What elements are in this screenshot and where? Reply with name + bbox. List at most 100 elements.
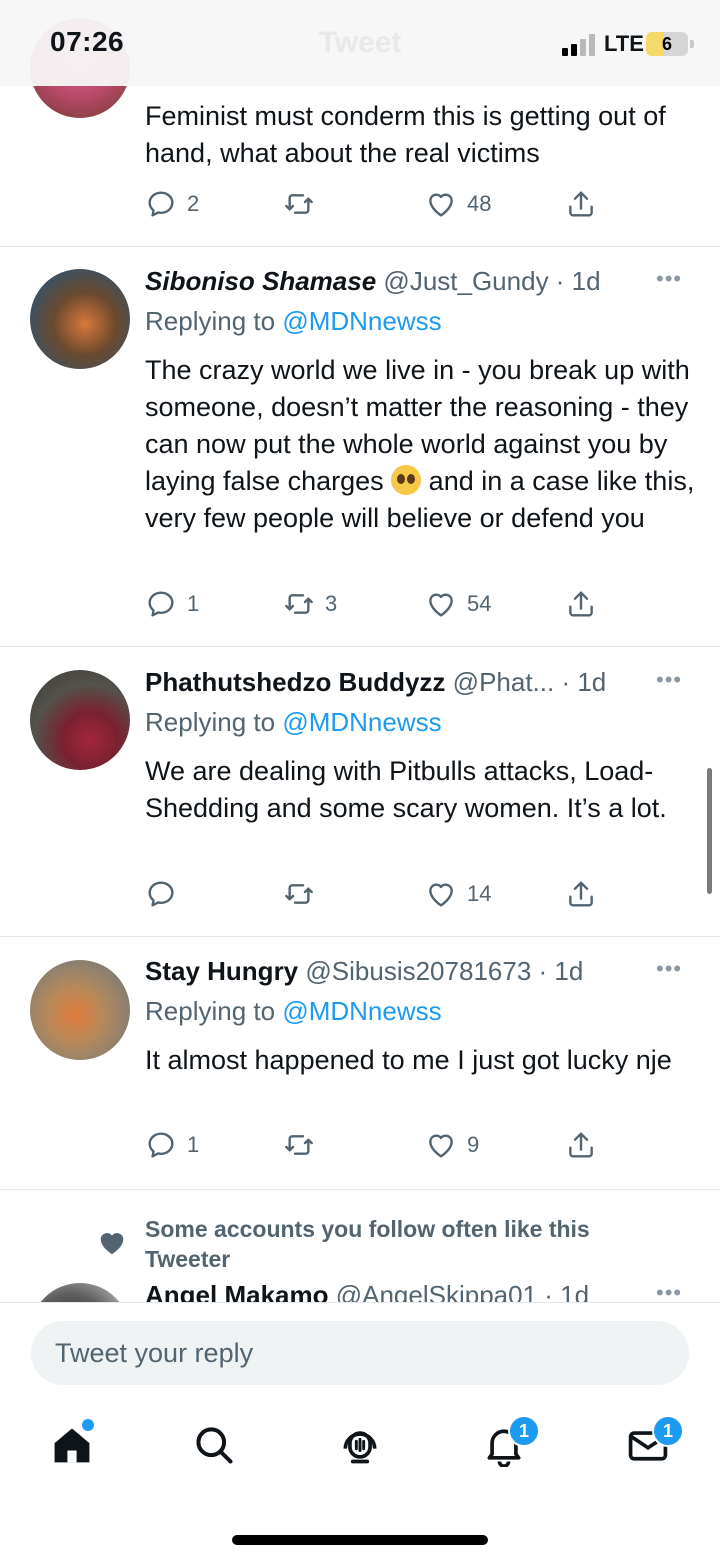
reply-icon: [148, 191, 174, 217]
spaces-icon: [343, 1431, 377, 1464]
divider: [0, 1189, 720, 1190]
tweet-time: 1d: [571, 266, 601, 296]
unread-dot: [82, 1419, 94, 1431]
user-handle[interactable]: @Just_Gundy: [383, 266, 548, 296]
tab-bar: 1 1: [0, 1403, 720, 1493]
display-name[interactable]: Siboniso Shamase: [145, 266, 376, 296]
divider: [0, 246, 720, 247]
tweet-text: Feminist must conderm this is getting ou…: [145, 101, 666, 168]
reply-input[interactable]: Tweet your reply: [31, 1321, 689, 1385]
replying-prefix: Replying to: [145, 996, 276, 1026]
tab-notifications[interactable]: 1: [482, 1415, 540, 1468]
tweet-time: 1d: [554, 956, 584, 986]
retweet-icon: [285, 884, 313, 904]
share-button[interactable]: [565, 878, 597, 910]
share-icon: [569, 191, 593, 217]
replying-to: Replying to @MDNnewss: [145, 306, 442, 337]
tab-spaces[interactable]: [338, 1423, 382, 1467]
divider: [0, 936, 720, 937]
like-button[interactable]: 48: [425, 188, 491, 220]
replying-to-link[interactable]: @MDNnewss: [282, 306, 441, 336]
retweet-count: 3: [325, 591, 338, 616]
scrollbar[interactable]: [707, 768, 712, 894]
share-button[interactable]: [565, 1129, 597, 1161]
home-indicator: [232, 1535, 488, 1545]
like-count: 9: [467, 1132, 480, 1157]
reply-icon: [148, 591, 174, 617]
share-button[interactable]: [565, 188, 597, 220]
search-icon: [196, 1427, 233, 1464]
reply-count: 1: [187, 1132, 200, 1157]
avatar[interactable]: [30, 960, 130, 1060]
like-button[interactable]: 14: [425, 878, 491, 910]
tab-messages[interactable]: 1: [626, 1415, 684, 1467]
tweet-actions: 1 3 54: [145, 588, 605, 620]
status-bar: Tweet 07:26 LTE 6: [0, 0, 720, 86]
battery-level: 6: [661, 34, 672, 54]
share-button[interactable]: [565, 588, 597, 620]
replying-prefix: Replying to: [145, 306, 276, 336]
avatar[interactable]: [30, 269, 130, 369]
heart-icon: [429, 1134, 453, 1158]
replying-to-link[interactable]: @MDNnewss: [282, 707, 441, 737]
like-count: 48: [467, 191, 492, 216]
share-icon: [569, 591, 593, 617]
tweet-header: Siboniso Shamase @Just_Gundy · 1d: [145, 266, 601, 296]
heart-icon: [429, 593, 453, 617]
user-handle[interactable]: @Sibusis20781673: [305, 956, 531, 986]
retweet-button[interactable]: [283, 188, 325, 220]
replying-to-link[interactable]: @MDNnewss: [282, 996, 441, 1026]
retweet-icon: [285, 1135, 313, 1155]
replying-prefix: Replying to: [145, 707, 276, 737]
tab-search[interactable]: [192, 1423, 236, 1467]
tweet-actions: 2 48: [145, 188, 605, 220]
retweet-icon: [285, 594, 313, 614]
divider: [0, 646, 720, 647]
like-count: 54: [467, 591, 492, 616]
replying-to: Replying to @MDNnewss: [145, 996, 442, 1027]
heart-icon: [100, 1233, 124, 1255]
reply-button[interactable]: [145, 878, 187, 910]
avatar[interactable]: [30, 670, 130, 770]
tweet-text: It almost happened to me I just got luck…: [145, 1045, 672, 1075]
retweet-icon: [285, 194, 313, 214]
tweet-time: 1d: [577, 667, 607, 697]
retweet-button[interactable]: [283, 878, 325, 910]
heart-icon: [429, 883, 453, 907]
network-label: LTE: [604, 31, 644, 56]
display-name[interactable]: Phathutshedzo Buddyzz: [145, 667, 445, 697]
more-options-icon[interactable]: •••: [656, 956, 682, 982]
messages-badge: 1: [652, 1415, 684, 1447]
social-context: Some accounts you follow often like this…: [145, 1216, 590, 1272]
tweet-text: We are dealing with Pitbulls attacks, Lo…: [145, 756, 667, 823]
reply-button[interactable]: 2: [145, 188, 199, 220]
battery-icon: 6: [646, 32, 688, 56]
tweet-header: Phathutshedzo Buddyzz @Phat... · 1d: [145, 667, 607, 697]
like-button[interactable]: 54: [425, 588, 491, 620]
retweet-button[interactable]: 3: [283, 588, 337, 620]
like-count: 14: [467, 881, 492, 906]
tweet-actions: 1 9: [145, 1129, 605, 1161]
more-options-icon[interactable]: •••: [656, 667, 682, 693]
retweet-button[interactable]: [283, 1129, 325, 1161]
reply-button[interactable]: 1: [145, 588, 199, 620]
reply-count: 1: [187, 591, 200, 616]
pleading-face-emoji: [391, 465, 422, 495]
like-button[interactable]: 9: [425, 1129, 479, 1161]
heart-icon: [429, 193, 453, 217]
signal-icon: [562, 34, 598, 56]
tab-home[interactable]: [50, 1419, 94, 1467]
user-handle[interactable]: @Phat...: [453, 667, 555, 697]
notification-badge: 1: [508, 1415, 540, 1447]
replying-to: Replying to @MDNnewss: [145, 707, 442, 738]
reply-button[interactable]: 1: [145, 1129, 199, 1161]
share-icon: [569, 881, 593, 907]
tweet-header: Stay Hungry @Sibusis20781673 · 1d: [145, 956, 584, 986]
more-options-icon[interactable]: •••: [656, 266, 682, 292]
tweet-text: The crazy world we live in - you break u…: [145, 352, 695, 537]
reply-area: Tweet your reply 1 1: [0, 1302, 720, 1559]
reply-count: 2: [187, 191, 200, 216]
status-time: 07:26: [50, 26, 125, 57]
share-icon: [569, 1132, 593, 1158]
display-name[interactable]: Stay Hungry: [145, 956, 298, 986]
